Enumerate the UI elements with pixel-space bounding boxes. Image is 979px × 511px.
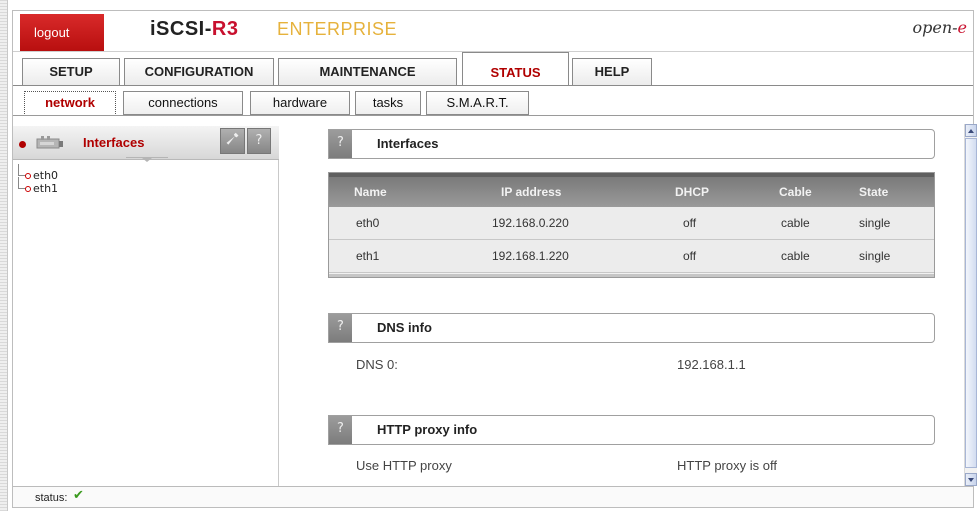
- scroll-down-icon[interactable]: [965, 473, 977, 486]
- panel-marker-icon: [19, 141, 26, 148]
- table-row: eth1 192.168.1.220 off cable single: [329, 240, 934, 273]
- tree-bullet-icon: [25, 186, 31, 192]
- tab-setup[interactable]: SETUP: [22, 58, 120, 85]
- table-cell: off: [683, 249, 697, 263]
- wrench-icon[interactable]: [220, 128, 245, 154]
- interfaces-help-button[interactable]: ?: [329, 130, 352, 158]
- status-label: status:: [35, 492, 68, 504]
- tree-item-label: eth0: [33, 169, 59, 182]
- proxy-help-button[interactable]: ?: [329, 416, 352, 444]
- dns-label: DNS 0:: [356, 357, 398, 372]
- check-icon: ✔: [73, 488, 84, 503]
- tab-configuration[interactable]: CONFIGURATION: [124, 58, 274, 85]
- tree-item-eth1[interactable]: eth1: [13, 177, 59, 196]
- table-cell: eth0: [356, 216, 380, 230]
- panel-title: Interfaces: [83, 135, 145, 150]
- network-card-icon: [36, 136, 63, 149]
- main-tabs-divider: [13, 85, 973, 86]
- interfaces-section-header: ? Interfaces: [328, 129, 935, 159]
- dns-section-header: ? DNS info: [328, 313, 935, 343]
- table-cell: eth1: [356, 249, 380, 263]
- table-cell: 192.168.0.220: [492, 216, 569, 230]
- subtab-connections[interactable]: connections: [123, 91, 243, 115]
- table-cell: single: [859, 216, 891, 230]
- tab-help[interactable]: HELP: [572, 58, 652, 85]
- column-header: IP address: [501, 185, 562, 199]
- interface-tree: eth0 eth1: [13, 164, 59, 196]
- page-edge: [0, 0, 8, 511]
- logout-button[interactable]: logout: [20, 14, 104, 51]
- edition-label: ENTERPRISE: [277, 19, 398, 39]
- proxy-label: Use HTTP proxy: [356, 458, 452, 473]
- tab-status[interactable]: STATUS: [462, 52, 569, 86]
- section-title: DNS info: [377, 320, 432, 335]
- content-scrollbar[interactable]: [964, 124, 977, 486]
- table-header: Name IP address DHCP Cable State: [329, 173, 934, 207]
- subtab-network[interactable]: network: [24, 91, 116, 116]
- left-panel: Interfaces ? eth0 eth1: [13, 126, 279, 486]
- panel-resize-handle[interactable]: [126, 157, 168, 163]
- subtab-tasks[interactable]: tasks: [355, 91, 421, 115]
- table-cell: cable: [781, 249, 810, 263]
- table-cell: off: [683, 216, 697, 230]
- interfaces-table: Name IP address DHCP Cable State eth0 19…: [328, 172, 935, 278]
- column-header: DHCP: [675, 185, 710, 199]
- tab-maintenance[interactable]: MAINTENANCE: [278, 58, 457, 85]
- proxy-section-header: ? HTTP proxy info: [328, 415, 935, 445]
- subtabs-divider: [13, 115, 973, 116]
- scroll-thumb[interactable]: [965, 138, 977, 468]
- vendor-logo: open-e: [912, 18, 967, 37]
- subtab-hardware[interactable]: hardware: [250, 91, 350, 115]
- panel-header: Interfaces ?: [13, 126, 279, 163]
- column-header: State: [859, 185, 889, 199]
- status-bar: status: ✔: [13, 486, 973, 507]
- section-title: Interfaces: [377, 136, 439, 151]
- table-cell: cable: [781, 216, 810, 230]
- section-title: HTTP proxy info: [377, 422, 478, 437]
- column-header: Cable: [779, 185, 812, 199]
- scroll-up-icon[interactable]: [965, 124, 977, 137]
- column-header: Name: [354, 185, 387, 199]
- table-row: eth0 192.168.0.220 off cable single: [329, 207, 934, 240]
- tree-item-label: eth1: [33, 182, 59, 195]
- dns-value: 192.168.1.1: [677, 357, 746, 372]
- proxy-value: HTTP proxy is off: [677, 458, 777, 473]
- table-cell: single: [859, 249, 891, 263]
- subtab-smart[interactable]: S.M.A.R.T.: [426, 91, 529, 115]
- table-cell: 192.168.1.220: [492, 249, 569, 263]
- panel-help-button[interactable]: ?: [247, 128, 271, 154]
- dns-help-button[interactable]: ?: [329, 314, 352, 342]
- product-logo: iSCSI-R3: [150, 18, 239, 40]
- table-footer: [329, 274, 934, 277]
